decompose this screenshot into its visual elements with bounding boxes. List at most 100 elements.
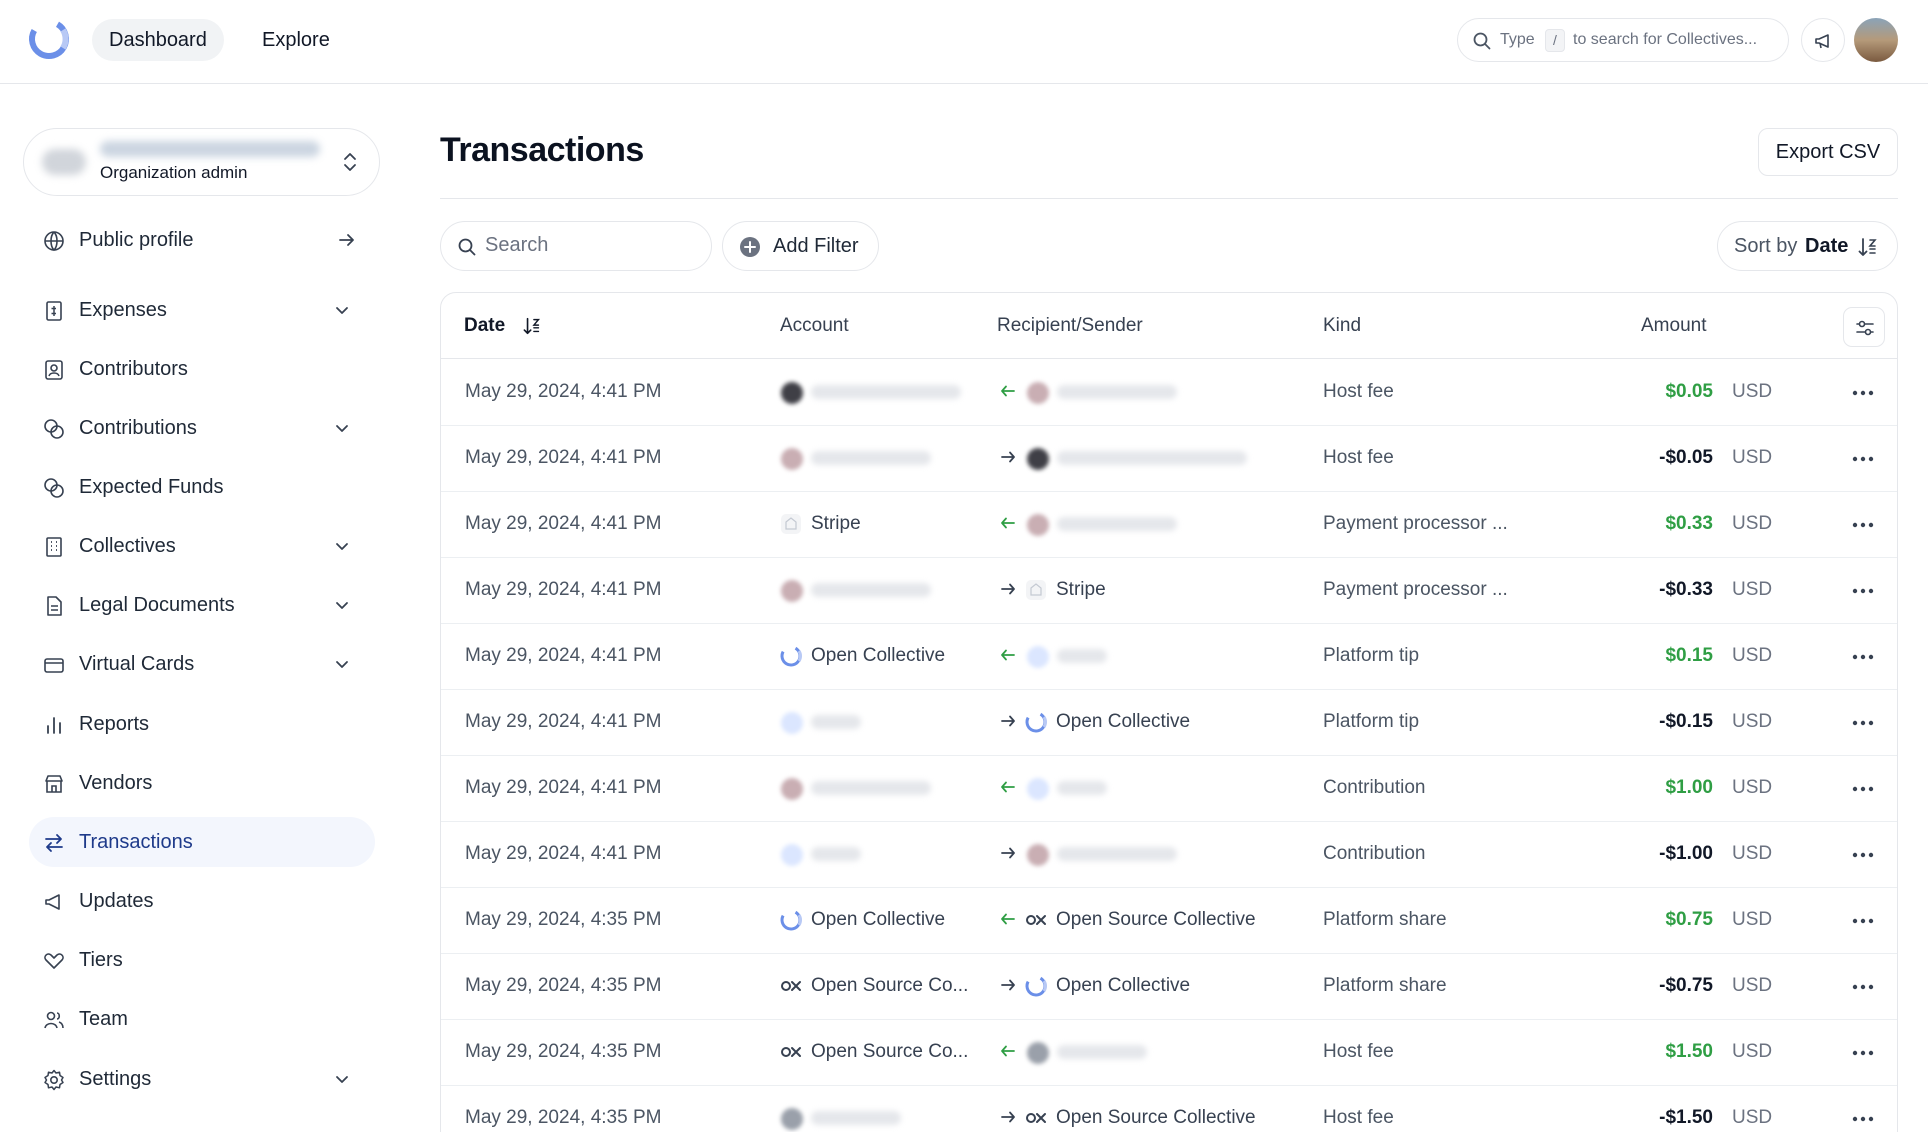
row-recipient[interactable]: Open Source Collective [1056,909,1256,931]
recipient-name-blurred[interactable] [1057,781,1107,795]
recipient-name-blurred[interactable] [1057,517,1177,531]
table-row[interactable]: May 29, 2024, 4:35 PM Open Collective Open… [441,888,1897,954]
more-options-icon[interactable] [1852,1116,1874,1122]
sidebar-item-reports[interactable]: Reports [29,699,375,749]
arrow-right-icon [1001,1111,1015,1123]
announcements-button[interactable] [1801,18,1845,62]
sidebar-item-team[interactable]: Team [29,994,375,1044]
recipient-name-blurred[interactable] [1057,1045,1147,1059]
recipient-name-blurred[interactable] [1057,385,1177,399]
sidebar-item-settings[interactable]: Settings [29,1054,375,1104]
row-account[interactable]: Open Collective [811,645,945,667]
sidebar-item-collectives[interactable]: Collectives [29,521,375,571]
more-options-icon[interactable] [1852,522,1874,528]
account-name-blurred[interactable] [811,1111,901,1125]
sidebar-item-legal-documents[interactable]: Legal Documents [29,580,375,630]
top-bar: Dashboard Explore Type / to search for C… [0,0,1928,84]
open-collective-logo[interactable] [26,16,72,62]
more-options-icon[interactable] [1852,1050,1874,1056]
more-options-icon[interactable] [1852,588,1874,594]
row-amount: $0.33 [1665,513,1713,534]
account-name-blurred[interactable] [811,385,961,399]
sidebar-item-contributions[interactable]: Contributions [29,403,375,453]
row-recipient[interactable]: Open Collective [1056,975,1190,997]
table-row[interactable]: May 29, 2024, 4:41 PM Contribution $1.00 US… [441,756,1897,822]
table-row[interactable]: May 29, 2024, 4:41 PM Open Collective Plat… [441,690,1897,756]
table-row[interactable]: May 29, 2024, 4:41 PM Stripe Payment proce… [441,492,1897,558]
more-options-icon[interactable] [1852,918,1874,924]
row-account[interactable]: Open Source Co... [811,975,968,997]
row-account[interactable]: Open Source Co... [811,1041,968,1063]
nav-dashboard[interactable]: Dashboard [92,19,224,61]
more-options-icon[interactable] [1852,984,1874,990]
table-row[interactable]: May 29, 2024, 4:35 PM Open Source Co... Ho… [441,1020,1897,1086]
account-name-blurred[interactable] [811,451,931,465]
sidebar-item-virtual-cards[interactable]: Virtual Cards [29,639,375,689]
search-input[interactable] [485,234,685,257]
account-name-blurred[interactable] [811,847,861,861]
sidebar-item-vendors[interactable]: Vendors [29,758,375,808]
more-options-icon[interactable] [1852,786,1874,792]
sidebar-item-updates[interactable]: Updates [29,876,375,926]
chevron-down-icon[interactable] [333,596,351,614]
chevron-down-icon[interactable] [333,1070,351,1088]
add-filter-button[interactable]: Add Filter [722,221,879,271]
row-recipient[interactable]: Stripe [1056,579,1106,601]
search-field[interactable] [440,221,712,271]
open-source-collective-icon [1026,915,1046,925]
chevron-down-icon[interactable] [333,655,351,673]
sidebar-item-label: Updates [79,890,154,912]
chevron-down-icon[interactable] [333,301,351,319]
row-account[interactable]: Open Collective [811,909,945,931]
account-name-blurred[interactable] [811,781,931,795]
header-date[interactable]: Date [464,315,505,337]
more-options-icon[interactable] [1852,852,1874,858]
more-options-icon[interactable] [1852,720,1874,726]
open-collective-icon [780,909,802,931]
sidebar-item-label: Collectives [79,535,176,557]
column-settings-button[interactable] [1843,307,1885,347]
stripe-icon [1026,580,1046,600]
table-row[interactable]: May 29, 2024, 4:41 PM Stripe Payment proce… [441,558,1897,624]
account-name-blurred[interactable] [811,583,931,597]
sidebar-item-contributors[interactable]: Contributors [29,344,375,394]
row-account[interactable]: Stripe [811,513,861,535]
row-amount: -$1.00 [1659,843,1713,864]
arrow-right-icon[interactable] [337,230,357,250]
table-row[interactable]: May 29, 2024, 4:41 PM Contribution -$1.00 U… [441,822,1897,888]
recipient-name-blurred[interactable] [1057,451,1247,465]
nav-explore[interactable]: Explore [245,19,347,61]
chevron-down-icon[interactable] [333,537,351,555]
account-name-blurred[interactable] [811,715,861,729]
sidebar-item-label: Contributions [79,417,197,439]
arrow-right-icon [1001,979,1015,991]
sort-button[interactable]: Sort by Date [1717,221,1898,271]
table-row[interactable]: May 29, 2024, 4:41 PM Open Collective Plat… [441,624,1897,690]
table-row[interactable]: May 29, 2024, 4:41 PM Host fee $0.05 USD [441,360,1897,426]
sort-desc-icon[interactable] [523,316,543,336]
recipient-name-blurred[interactable] [1057,649,1107,663]
building-icon [46,537,62,557]
more-options-icon[interactable] [1852,390,1874,396]
global-search[interactable]: Type / to search for Collectives... [1457,18,1789,62]
sidebar-item-expenses[interactable]: Expenses [29,285,375,335]
table-row[interactable]: May 29, 2024, 4:35 PM Open Source Collect… [441,1086,1897,1132]
recipient-avatar [1027,382,1049,404]
sidebar-item-public-profile[interactable]: Public profile [29,215,375,265]
recipient-name-blurred[interactable] [1057,847,1177,861]
account-switcher[interactable]: Organization admin [23,128,380,196]
more-options-icon[interactable] [1852,456,1874,462]
table-row[interactable]: May 29, 2024, 4:41 PM Host fee -$0.05 USD [441,426,1897,492]
chevron-down-icon[interactable] [333,419,351,437]
sidebar-item-tiers[interactable]: Tiers [29,935,375,985]
table-row[interactable]: May 29, 2024, 4:35 PM Open Source Co... Op… [441,954,1897,1020]
export-csv-button[interactable]: Export CSV [1758,128,1898,176]
store-icon [45,775,63,793]
more-options-icon[interactable] [1852,654,1874,660]
user-avatar[interactable] [1854,18,1898,62]
sidebar-item-expected-funds[interactable]: Expected Funds [29,462,375,512]
search-icon [1473,32,1491,50]
row-recipient[interactable]: Open Source Collective [1056,1107,1256,1129]
sidebar-item-transactions[interactable]: Transactions [29,817,375,867]
row-recipient[interactable]: Open Collective [1056,711,1190,733]
